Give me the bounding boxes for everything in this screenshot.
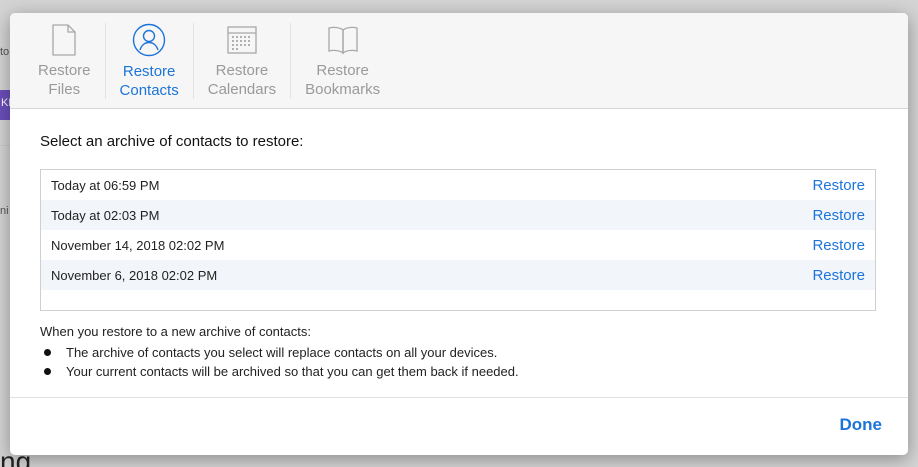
tab-restore-bookmarks[interactable]: Restore Bookmarks [291, 23, 394, 99]
archive-date: Today at 02:03 PM [51, 207, 160, 223]
list-item: Today at 02:03 PM Restore [41, 200, 875, 230]
tab-label: Restore Files [38, 62, 91, 98]
background-text-fragment: ni [0, 205, 9, 217]
tab-restore-contacts[interactable]: Restore Contacts [106, 23, 194, 99]
tab-restore-files[interactable]: Restore Files [24, 23, 106, 99]
note-text: The archive of contacts you select will … [66, 345, 498, 360]
done-button[interactable]: Done [840, 415, 883, 435]
tab-label: Restore Contacts [119, 63, 179, 99]
restore-button[interactable]: Restore [812, 207, 865, 224]
restore-button[interactable]: Restore [812, 267, 865, 284]
background-purple-tab: KL [0, 90, 10, 120]
background-divider [0, 145, 10, 146]
list-item: Today at 06:59 PM Restore [41, 170, 875, 200]
restore-notes: When you restore to a new archive of con… [40, 324, 878, 381]
tab-label: Restore Bookmarks [305, 62, 381, 98]
tab-restore-calendars[interactable]: Restore Calendars [194, 23, 292, 99]
file-icon [46, 23, 82, 56]
note-text: Your current contacts will be archived s… [66, 364, 519, 379]
archive-list: Today at 06:59 PM Restore Today at 02:03… [40, 169, 876, 311]
bullet-icon [44, 368, 51, 375]
page-title: Select an archive of contacts to restore… [40, 133, 304, 150]
calendar-icon [224, 23, 260, 56]
note-item: Your current contacts will be archived s… [40, 362, 878, 381]
list-item: November 6, 2018 02:02 PM Restore [41, 260, 875, 290]
note-item: The archive of contacts you select will … [40, 343, 878, 362]
archive-date: November 6, 2018 02:02 PM [51, 267, 218, 283]
restore-button[interactable]: Restore [812, 177, 865, 194]
list-item: November 14, 2018 02:02 PM Restore [41, 230, 875, 260]
background-text-fragment: to [0, 46, 10, 58]
book-icon [325, 23, 361, 56]
contacts-icon [131, 23, 167, 57]
restore-toolbar: Restore Files Restore Contacts Restore C… [10, 13, 908, 109]
archive-date: November 14, 2018 02:02 PM [51, 237, 225, 253]
bullet-icon [44, 349, 51, 356]
tab-label: Restore Calendars [207, 62, 277, 98]
dialog-content: Select an archive of contacts to restore… [10, 109, 908, 381]
restore-button[interactable]: Restore [812, 237, 865, 254]
notes-heading: When you restore to a new archive of con… [40, 324, 311, 339]
archive-date: Today at 06:59 PM [51, 177, 160, 193]
restore-contacts-dialog: Restore Files Restore Contacts Restore C… [10, 13, 908, 455]
dialog-footer: Done [10, 397, 908, 455]
